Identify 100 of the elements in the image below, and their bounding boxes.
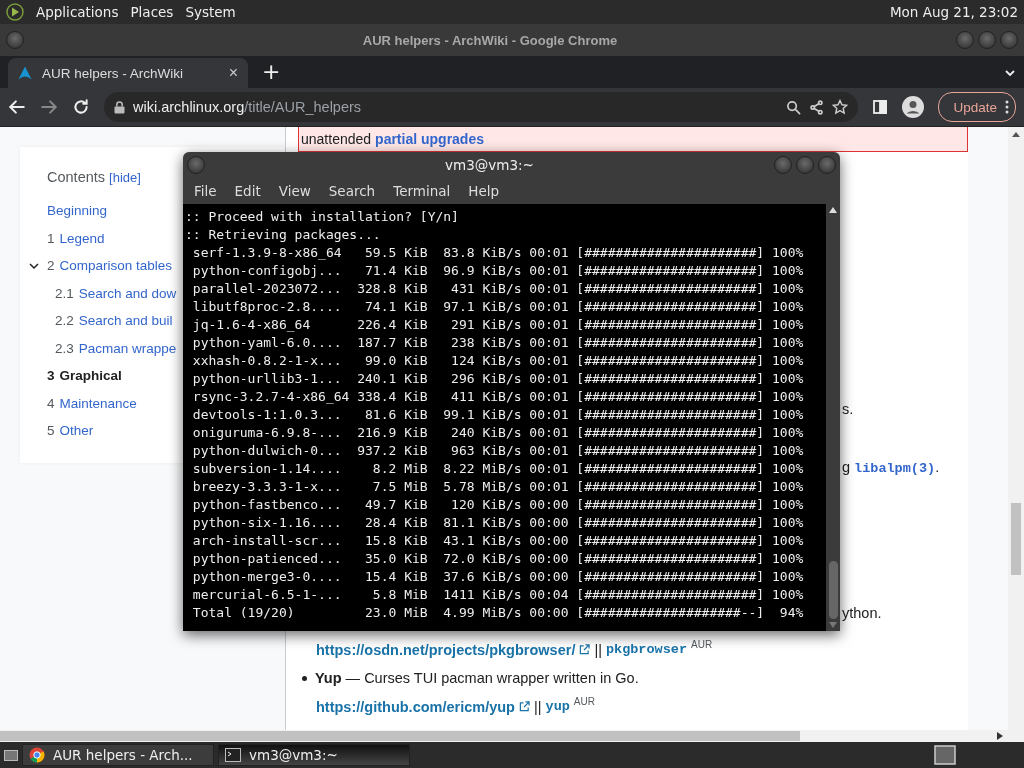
clock[interactable]: Mon Aug 21, 23:02 bbox=[889, 4, 1018, 20]
terminal-line: python-dulwich-0... 937.2 KiB 963 KiB/s 00:01 [######################] 100% bbox=[191, 442, 805, 460]
notice-text: unattended bbox=[301, 131, 372, 147]
more-icon bbox=[1005, 100, 1009, 114]
terminal-line: python-configobj... 71.4 KiB 96.9 KiB/s 00:01 [######################] 100% bbox=[191, 262, 805, 280]
terminal-scrollbar[interactable] bbox=[826, 204, 840, 631]
forward-icon[interactable] bbox=[40, 98, 58, 116]
panel-menu[interactable]: Applications bbox=[36, 4, 119, 20]
bullet-text: Yup — Curses TUI pacman wrapper written in Go. bbox=[315, 670, 639, 686]
hide-link[interactable]: [hide] bbox=[109, 170, 141, 185]
back-icon[interactable] bbox=[8, 98, 26, 116]
terminal-line: python-urllib3-1... 240.1 KiB 296 KiB/s 00:01 [######################] 100% bbox=[191, 370, 805, 388]
terminal-line: :: Retrieving packages... bbox=[185, 226, 382, 244]
browser-icon bbox=[29, 747, 45, 763]
lock-icon bbox=[114, 100, 125, 114]
menu-item[interactable]: Edit bbox=[225, 183, 270, 199]
window-title: vm3@vm3:~ bbox=[444, 157, 535, 173]
toc-link[interactable]: 2.2 Search and buil bbox=[55, 313, 173, 329]
minimize-button[interactable] bbox=[774, 156, 792, 174]
toc-link[interactable]: 1 Legend bbox=[47, 230, 105, 246]
horizontal-scrollbar[interactable] bbox=[0, 730, 1024, 742]
workspace-icon[interactable] bbox=[934, 745, 956, 765]
terminal-line: rsync-3.2.7-4-x86_64 338.4 KiB 411 KiB/s 00:01 [######################] 100% bbox=[191, 388, 805, 406]
toc-link[interactable]: 4 Maintenance bbox=[47, 395, 137, 411]
chevron-down-icon[interactable] bbox=[1004, 67, 1016, 79]
tab-close-button[interactable]: × bbox=[228, 64, 238, 82]
terminal-line: Total (19/20) 23.0 MiB 4.99 MiB/s 00:00 [####################--] 94% bbox=[191, 604, 805, 622]
toc-link[interactable]: Beginning bbox=[47, 203, 108, 219]
taskbar-button[interactable]: AUR helpers - Arch... bbox=[22, 744, 214, 766]
close-button[interactable] bbox=[818, 156, 836, 174]
scroll-thumb[interactable] bbox=[1011, 503, 1021, 575]
terminal-line: oniguruma-6.9.8-... 216.9 KiB 240 KiB/s 00:01 [######################] 100% bbox=[191, 424, 805, 442]
terminal-line: python-merge3-0.... 15.4 KiB 37.6 KiB/s 00:00 [######################] 100% bbox=[191, 568, 805, 586]
notice-link[interactable]: partial upgrades bbox=[375, 131, 484, 147]
text-fragment: g bbox=[842, 459, 851, 475]
menu-item[interactable]: Search bbox=[319, 183, 385, 199]
arch-logo-icon bbox=[18, 66, 32, 80]
terminal-line: python-fastbenco... 49.7 KiB 120 KiB/s 00:00 [######################] 100% bbox=[191, 496, 805, 514]
show-desktop-icon[interactable] bbox=[4, 748, 18, 762]
menu-item[interactable]: Help bbox=[459, 183, 509, 199]
toc-link[interactable]: 2 Comparison tables bbox=[47, 258, 173, 274]
package-link[interactable]: pkgbrowser bbox=[605, 642, 687, 657]
repo-label: AUR bbox=[691, 639, 713, 650]
star-icon[interactable] bbox=[832, 99, 849, 115]
external-link-icon bbox=[519, 701, 530, 712]
separator: || bbox=[594, 641, 602, 658]
text-fragment: . bbox=[935, 459, 940, 475]
terminal-line: arch-install-scr... 15.8 KiB 43.1 KiB/s 00:00 [######################] 100% bbox=[191, 532, 805, 550]
code-link[interactable]: libalpm(3) bbox=[854, 461, 936, 476]
terminal-line: jq-1.6-4-x86_64 226.4 KiB 291 KiB/s 00:01 [######################] 100% bbox=[191, 316, 805, 334]
panel-menu[interactable]: Places bbox=[130, 4, 174, 20]
share-icon[interactable] bbox=[809, 99, 825, 115]
terminal-line: breezy-3.3.3-1-x... 7.5 MiB 5.78 MiB/s 00:01 [######################] 100% bbox=[191, 478, 805, 496]
scroll-up-icon[interactable] bbox=[1012, 131, 1020, 139]
close-button[interactable] bbox=[1000, 31, 1018, 49]
window-menu-button[interactable] bbox=[6, 31, 24, 49]
taskbar-button[interactable]: vm3@vm3:~ bbox=[218, 744, 410, 766]
terminal-line: python-patienced... 35.0 KiB 72.0 KiB/s 00:00 [######################] 100% bbox=[191, 550, 805, 568]
terminal-line: python-yaml-6.0.... 187.7 KiB 238 KiB/s 00:01 [######################] 100% bbox=[191, 334, 805, 352]
update-button[interactable]: Update bbox=[938, 92, 1016, 122]
window-menu-button[interactable] bbox=[187, 156, 205, 174]
terminal-line: subversion-1.14.... 8.2 MiB 8.22 MiB/s 00:01 [######################] 100% bbox=[191, 460, 805, 478]
separator: || bbox=[534, 698, 542, 715]
scroll-up-icon[interactable] bbox=[829, 207, 837, 213]
vertical-scrollbar[interactable] bbox=[1008, 127, 1024, 730]
bullet-icon bbox=[302, 675, 307, 681]
contents-heading: Contents bbox=[47, 169, 106, 185]
toc-link[interactable]: 2.3 Pacman wrappe bbox=[55, 340, 177, 356]
toc-link[interactable]: 5 Other bbox=[47, 423, 94, 439]
menu-item[interactable]: File bbox=[185, 183, 226, 199]
minimize-button[interactable] bbox=[956, 31, 974, 49]
address-bar[interactable]: wiki.archlinux.org/title/AUR_helpers bbox=[104, 92, 859, 122]
new-tab-button[interactable]: + bbox=[262, 60, 281, 84]
terminal-line: serf-1.3.9-8-x86_64 59.5 KiB 83.8 KiB/s 00:01 [######################] 100% bbox=[191, 244, 805, 262]
package-link[interactable]: yup bbox=[545, 699, 570, 714]
text-fragment: s. bbox=[842, 401, 854, 417]
menu-item[interactable]: Terminal bbox=[384, 183, 460, 199]
external-link[interactable]: https://github.com/ericm/yup bbox=[316, 698, 515, 715]
maximize-button[interactable] bbox=[796, 156, 814, 174]
scroll-right-icon[interactable] bbox=[996, 732, 1004, 740]
scroll-thumb[interactable] bbox=[828, 561, 838, 619]
search-icon[interactable] bbox=[786, 99, 802, 115]
app-menu-icon[interactable] bbox=[6, 3, 24, 21]
panel-menu[interactable]: System bbox=[185, 4, 236, 20]
reload-icon[interactable] bbox=[72, 98, 90, 116]
toc-link[interactable]: 3 Graphical bbox=[47, 368, 122, 384]
scroll-down-icon[interactable] bbox=[829, 622, 837, 628]
browser-tab[interactable]: AUR helpers - ArchWiki × bbox=[8, 58, 248, 88]
maximize-button[interactable] bbox=[978, 31, 996, 49]
toc-link[interactable]: 2.1 Search and dow bbox=[55, 285, 177, 301]
terminal-line: parallel-2023072... 328.8 KiB 431 KiB/s 00:01 [######################] 100% bbox=[191, 280, 805, 298]
menu-item[interactable]: View bbox=[269, 183, 320, 199]
side-panel-icon[interactable] bbox=[872, 99, 889, 115]
terminal-icon bbox=[225, 748, 241, 762]
repo-label: AUR bbox=[573, 696, 595, 707]
profile-icon[interactable] bbox=[902, 96, 925, 118]
terminal-line: python-six-1.16.... 28.4 KiB 81.1 KiB/s 00:00 [######################] 100% bbox=[191, 514, 805, 532]
external-link[interactable]: https://osdn.net/projects/pkgbrowser/ bbox=[316, 641, 576, 658]
terminal-line: devtools-1:1.0.3... 81.6 KiB 99.1 KiB/s 00:01 [######################] 100% bbox=[191, 406, 805, 424]
terminal-line: :: Proceed with installation? [Y/n] bbox=[185, 208, 460, 226]
